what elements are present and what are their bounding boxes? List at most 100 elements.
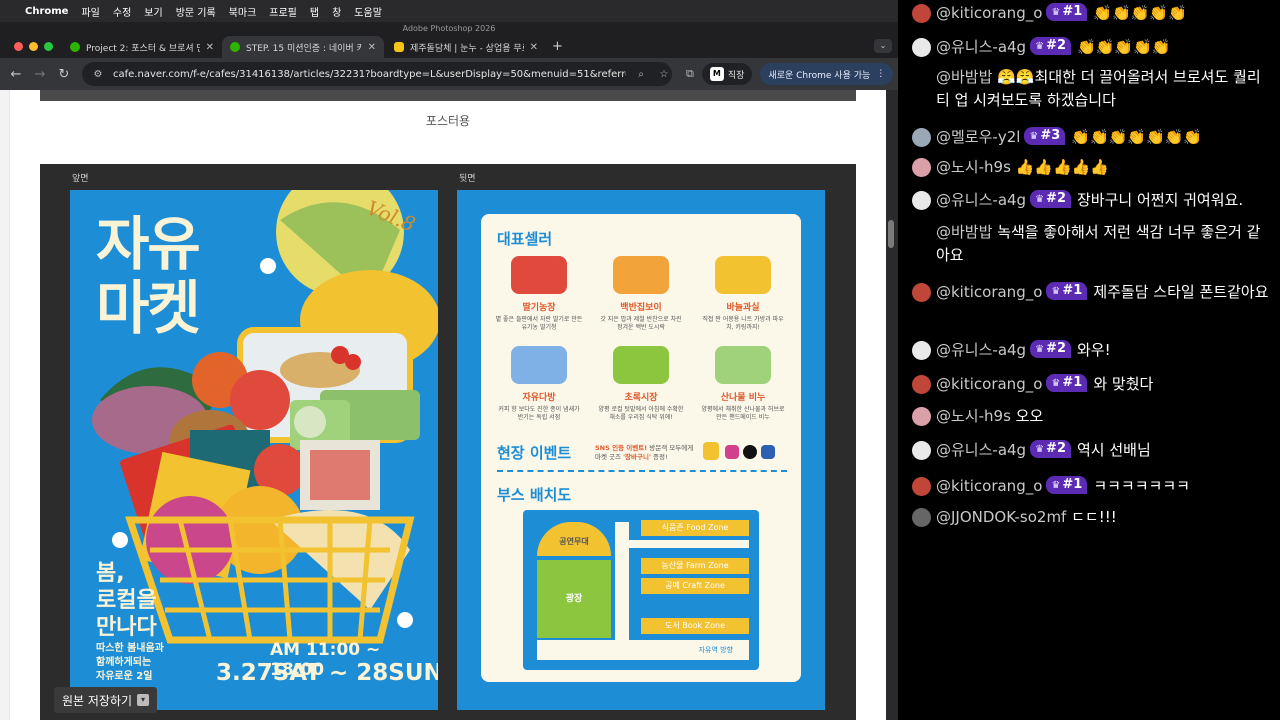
map-exit: 자유역 방향 <box>537 640 749 660</box>
avatar <box>912 407 931 426</box>
divider <box>497 470 787 472</box>
naver-cafe-icon <box>230 42 240 52</box>
menu-tab[interactable]: 탭 <box>310 4 319 19</box>
rank-badge: ♛ #1 <box>1046 476 1088 494</box>
forward-icon[interactable]: → <box>28 67 52 82</box>
poster-title-line1: 자유 <box>96 210 201 278</box>
chat-text: 👏👏👏👏👏 <box>1093 4 1187 22</box>
chat-username[interactable]: @JJONDOK-so2mf <box>936 508 1066 526</box>
crown-icon: ♛ <box>1051 480 1061 491</box>
chat-message: @바밤밥 😤😤최대한 더 끌어올려서 브로셔도 퀄리티 업 시켜보도록 하겠습니… <box>912 66 1274 112</box>
browser-toolbar: ← → ↻ ⚙ cafe.naver.com/f-e/cafes/3141613… <box>0 58 898 90</box>
tab-title: 제주돌담체 | 눈누 - 상업용 무료 한 <box>410 43 524 54</box>
chat-username[interactable]: @멜로우-y2l <box>936 128 1020 146</box>
kebab-menu-icon[interactable]: ⋮ <box>876 69 885 79</box>
menubar-app-name[interactable]: Chrome <box>25 6 68 17</box>
minimize-window-button[interactable] <box>29 42 38 51</box>
chrome-update-button[interactable]: 새로운 Chrome 사용 가능 ⋮ <box>760 63 894 85</box>
screen: Chrome 파일 수정 보기 방문 기록 북마크 프로필 탭 창 도움말 Ad… <box>0 0 1280 720</box>
crown-icon: ♛ <box>1035 344 1045 355</box>
chat-username[interactable]: @유니스-a4g <box>936 38 1026 56</box>
chat-username[interactable]: @노시-h9s <box>936 407 1011 425</box>
avatar <box>912 477 931 496</box>
menu-profiles[interactable]: 프로필 <box>269 4 297 19</box>
chat-username[interactable]: @kiticorang_o <box>936 477 1042 495</box>
avatar <box>912 341 931 360</box>
close-tab-icon[interactable]: ✕ <box>368 42 376 53</box>
tab-step15[interactable]: STEP. 15 미션인증 : 네이버 카페 ✕ <box>222 36 384 58</box>
chat-message: @유니스-a4g ♛ #2 와우! <box>912 339 1274 362</box>
seller-name: 딸기농장 <box>522 303 556 313</box>
profile-badge: M <box>709 67 724 81</box>
chat-message: @노시-h9s 👍👍👍👍👍 <box>912 156 1274 179</box>
menu-bookmarks[interactable]: 북마크 <box>229 4 257 19</box>
chat-username[interactable]: @노시-h9s <box>936 158 1011 176</box>
menu-edit[interactable]: 수정 <box>113 4 131 19</box>
chat-username[interactable]: @kiticorang_o <box>936 375 1042 393</box>
slogan-line3: 만나다 <box>96 615 157 640</box>
seller-name: 백반집보이 <box>620 303 662 313</box>
chat-message: @바밤밥 녹색을 좋아해서 저런 색감 너무 좋은거 같아요 <box>912 221 1274 267</box>
seller-desc: 볕 좋은 들판에서 자란 딸기로 만든 유기농 딸기청 <box>495 316 583 331</box>
close-tab-icon[interactable]: ✕ <box>530 42 538 53</box>
scrollbar-thumb[interactable] <box>888 220 894 248</box>
site-info-icon[interactable]: ⚙ <box>90 69 106 80</box>
map-heading: 부스 배치도 <box>497 486 572 504</box>
poster-front: 자유 마켓 Vol.8 봄, 로컬을 만나다 따스한 봄내음과 함께하게되는 자… <box>70 190 438 710</box>
menu-view[interactable]: 보기 <box>144 4 162 19</box>
chat-username[interactable]: @바밤밥 <box>936 68 992 86</box>
menu-window[interactable]: 창 <box>332 4 341 19</box>
profile-button[interactable]: M 직장 <box>701 63 753 85</box>
chat-username[interactable]: @유니스-a4g <box>936 191 1026 209</box>
zoom-icon[interactable]: ⌕ <box>633 69 649 80</box>
tab-search-icon[interactable]: ⌄ <box>874 39 892 53</box>
poster-title: 자유 마켓 <box>96 210 201 340</box>
seller-desc: 양평에서 채취한 산나물과 허브로 만든 핸드메이드 비누 <box>701 406 785 421</box>
chat-username[interactable]: @유니스-a4g <box>936 341 1026 359</box>
rank-badge: ♛ #2 <box>1030 37 1071 55</box>
menu-help[interactable]: 도움말 <box>354 4 382 19</box>
book-icon <box>511 346 567 384</box>
back-icon[interactable]: ← <box>4 67 28 82</box>
brochure-card: 대표셀러 딸기농장 볕 좋은 들판에서 자란 딸기로 만든 유기농 딸기청 백반… <box>481 214 801 682</box>
bookmark-star-icon[interactable]: ☆ <box>656 69 672 80</box>
avatar <box>912 508 931 527</box>
poster-slogan: 봄, 로컬을 만나다 <box>96 560 157 641</box>
address-bar[interactable]: ⚙ cafe.naver.com/f-e/cafes/31416138/arti… <box>82 62 672 86</box>
chat-username[interactable]: @바밤밥 <box>936 223 992 241</box>
zone-craft: 공예 Craft Zone <box>641 578 749 594</box>
page-scrollbar[interactable] <box>886 90 898 720</box>
menu-file[interactable]: 파일 <box>81 4 99 19</box>
avatar <box>912 68 931 87</box>
seller-name: 초록시장 <box>624 393 658 403</box>
tab-noonnu[interactable]: 제주돌담체 | 눈누 - 상업용 무료 한 ✕ <box>386 36 546 58</box>
avatar <box>912 223 931 242</box>
tab-title: Project 2: 포스터 & 브로셔 만들기 <box>86 43 200 54</box>
zoom-window-button[interactable] <box>44 42 53 51</box>
toolbar-right: ⧉ M 직장 새로운 Chrome 사용 가능 ⋮ <box>686 63 894 85</box>
new-tab-icon[interactable]: + <box>552 39 563 54</box>
chat-text: 👏👏👏👏👏 <box>1077 38 1171 56</box>
rank-badge: ♛ #2 <box>1030 190 1071 208</box>
close-tab-icon[interactable]: ✕ <box>206 42 214 53</box>
menu-history[interactable]: 방문 기록 <box>176 4 216 19</box>
crown-icon: ♛ <box>1035 444 1045 455</box>
rank-text: #1 <box>1062 477 1083 492</box>
avatar <box>912 128 931 147</box>
image-caption: 포스터용 <box>425 114 471 128</box>
chat-username[interactable]: @kiticorang_o <box>936 4 1042 22</box>
poster-image[interactable]: 앞면 뒷면 자유 마켓 Vol.8 봄, 로컬을 만나다 따스한 봄내음과 함께… <box>40 164 856 720</box>
macos-menubar: Chrome 파일 수정 보기 방문 기록 북마크 프로필 탭 창 도움말 <box>0 0 898 22</box>
extensions-icon[interactable]: ⧉ <box>686 67 694 81</box>
close-window-button[interactable] <box>14 42 23 51</box>
tab-project2[interactable]: Project 2: 포스터 & 브로셔 만들기 ✕ <box>62 36 222 58</box>
rank-badge: ♛ #1 <box>1046 374 1088 392</box>
rank-badge: ♛ #2 <box>1030 440 1071 458</box>
crown-icon: ♛ <box>1051 7 1061 18</box>
poster-back: 대표셀러 딸기농장 볕 좋은 들판에서 자란 딸기로 만든 유기농 딸기청 백반… <box>457 190 825 710</box>
reload-icon[interactable]: ↻ <box>52 67 76 82</box>
poster-subtext: 따스한 봄내음과 함께하게되는 자유로운 2일 <box>96 642 164 684</box>
chat-username[interactable]: @kiticorang_o <box>936 283 1042 301</box>
save-original-button[interactable]: 원본 저장하기 ▾ <box>54 687 158 713</box>
chat-username[interactable]: @유니스-a4g <box>936 441 1026 459</box>
